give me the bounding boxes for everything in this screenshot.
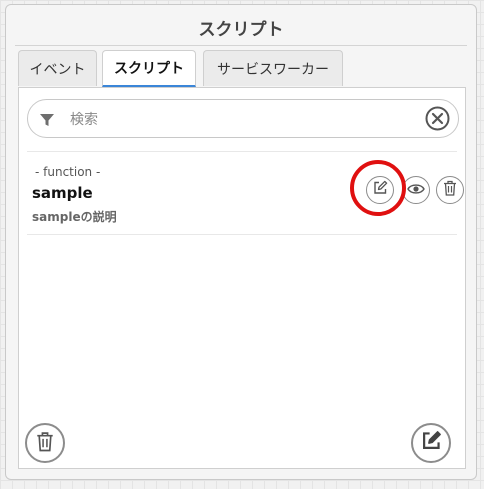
eye-icon: [407, 181, 425, 200]
trash-icon: [443, 180, 457, 200]
panel-title: スクリプト: [198, 20, 284, 40]
list-divider: [27, 234, 457, 235]
script-description: sampleの説明: [32, 210, 117, 224]
trash-icon: [36, 431, 54, 456]
edit-icon: [420, 430, 442, 456]
edit-icon: [372, 180, 388, 200]
script-name: sample: [32, 184, 93, 202]
list-divider: [27, 151, 457, 152]
tab-events[interactable]: イベント: [18, 50, 97, 86]
new-script-button[interactable]: [411, 423, 451, 463]
script-kind: - function -: [35, 165, 101, 179]
search-bar: [27, 99, 459, 138]
edit-script-button[interactable]: [366, 176, 394, 204]
delete-script-button[interactable]: [436, 176, 464, 204]
tab-scripts[interactable]: スクリプト: [102, 50, 196, 87]
search-input[interactable]: [68, 107, 412, 133]
delete-all-button[interactable]: [25, 423, 65, 463]
title-divider: [15, 45, 467, 46]
view-script-button[interactable]: [402, 176, 430, 204]
clear-circle-icon[interactable]: [425, 106, 450, 131]
script-panel: スクリプト イベント スクリプト サービスワーカー - function - s…: [5, 4, 477, 480]
filter-icon: [39, 112, 55, 128]
tab-service-workers[interactable]: サービスワーカー: [203, 50, 343, 86]
tab-content: - function - sample sampleの説明: [18, 87, 466, 469]
